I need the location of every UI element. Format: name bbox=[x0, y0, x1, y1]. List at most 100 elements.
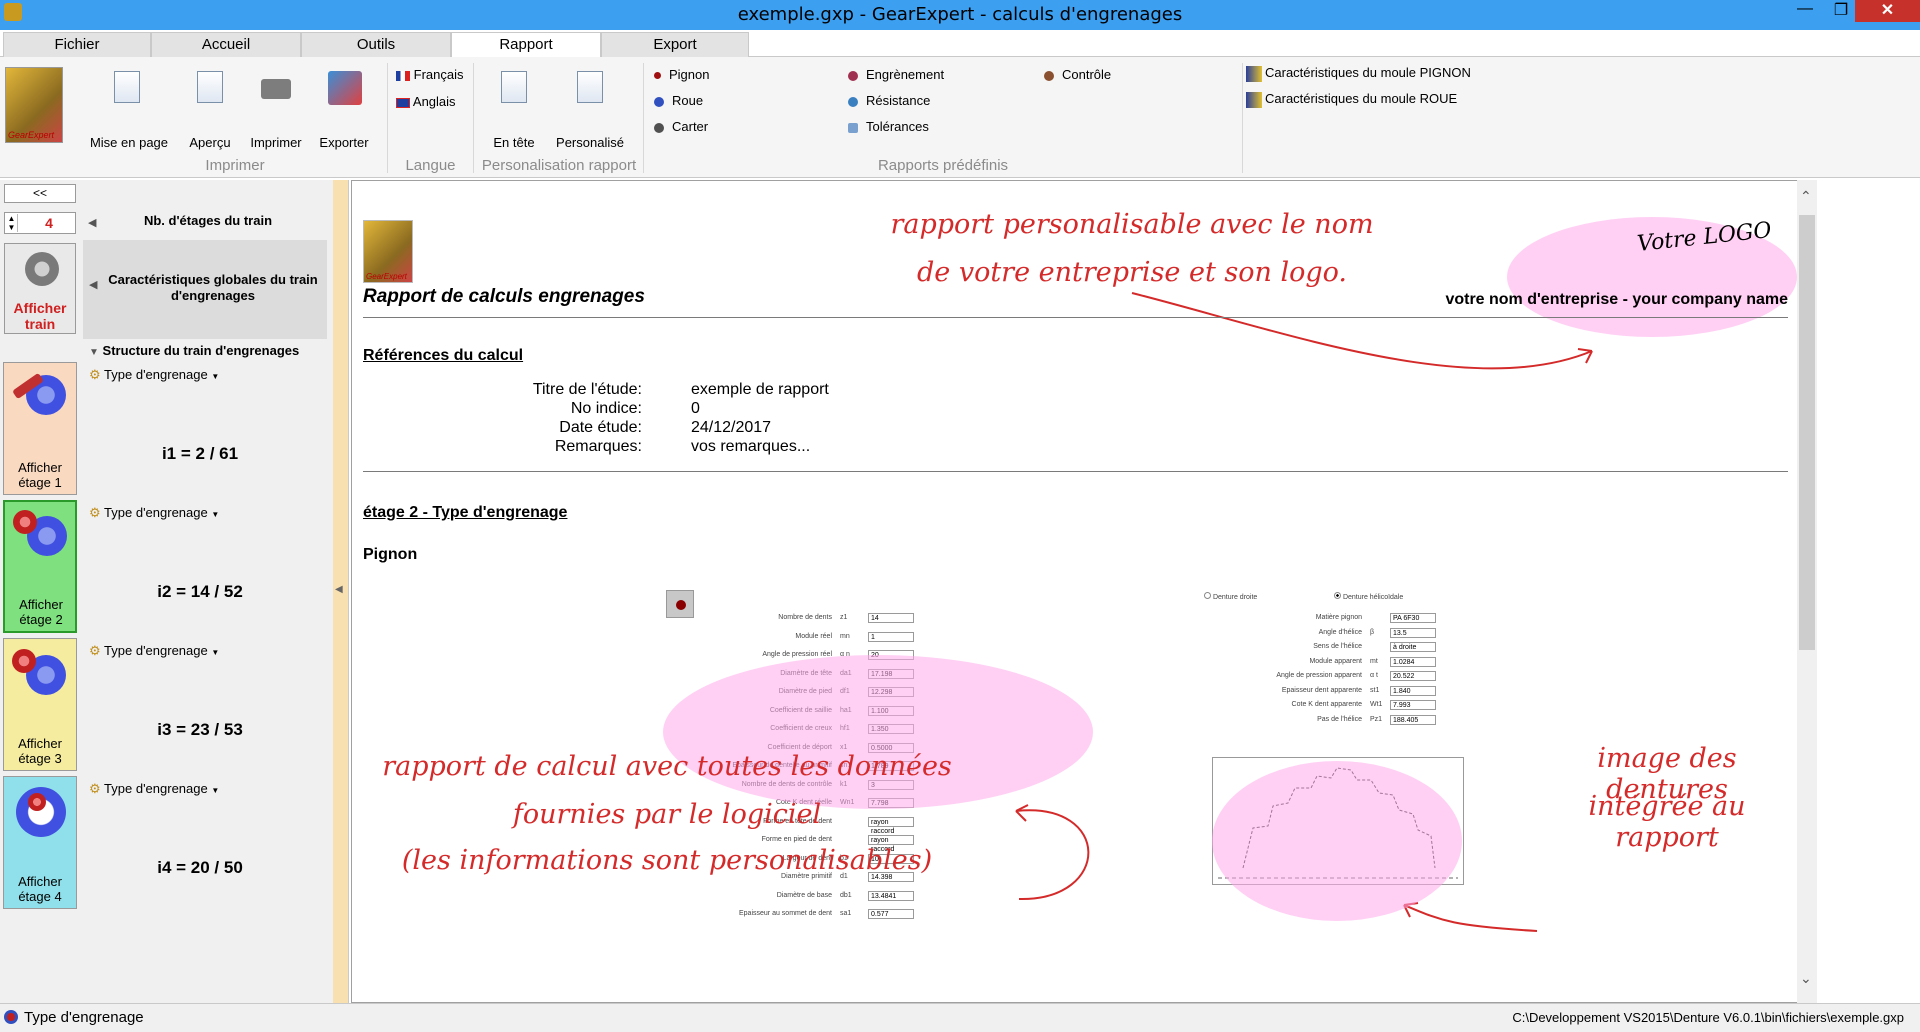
radio-denture-droite[interactable]: Denture droite bbox=[1204, 592, 1257, 601]
left-panel: << ▲ ▼ 4 ◀ Nb. d'étages du train Afficher… bbox=[0, 180, 333, 1003]
radio-selected-icon bbox=[1334, 592, 1341, 599]
gear-type-icon: ⚙ bbox=[89, 643, 101, 658]
report-resistance[interactable]: Résistance bbox=[848, 93, 930, 108]
report-engrenement[interactable]: Engrènement bbox=[848, 67, 944, 82]
apercu-button[interactable]: Aperçu bbox=[180, 67, 240, 152]
helical-form-field[interactable]: 1.840 bbox=[1390, 685, 1436, 696]
pinion-form-symbol: sa1 bbox=[840, 910, 852, 917]
stages-spinner[interactable]: ▲ ▼ 4 bbox=[4, 212, 76, 234]
tab-fichier[interactable]: Fichier bbox=[3, 32, 151, 57]
report-tolerances[interactable]: Tolérances bbox=[848, 119, 929, 134]
helical-form-row: Angle de pression apparent α t 20.522 bbox=[1252, 671, 1452, 686]
tab-outils[interactable]: Outils bbox=[301, 32, 451, 57]
stage-1-type-dropdown[interactable]: ⚙ Type d'engrenage ▼ bbox=[89, 367, 219, 383]
report-carter[interactable]: Carter bbox=[654, 119, 708, 134]
title-bar: exemple.gxp - GearExpert - calculs d'eng… bbox=[0, 0, 1920, 30]
divider bbox=[363, 317, 1788, 318]
helical-form-field[interactable]: 7.993 bbox=[1390, 700, 1436, 710]
imprimer-button[interactable]: Imprimer bbox=[244, 67, 308, 152]
ref-key: Titre de l'étude: bbox=[532, 381, 642, 398]
pinion-icon bbox=[13, 510, 37, 534]
pinion-form-field[interactable]: 1 bbox=[868, 631, 914, 642]
image-highlight bbox=[1212, 761, 1462, 921]
helical-form-row: Cote K dent apparente Wt1 7.993 bbox=[1252, 700, 1452, 715]
resistance-icon bbox=[848, 96, 858, 107]
personalise-button[interactable]: Personalisé bbox=[550, 67, 630, 152]
pinion-form-field[interactable]: 14 bbox=[868, 613, 914, 623]
stage-3-type-dropdown[interactable]: ⚙ Type d'engrenage ▼ bbox=[89, 643, 219, 659]
helical-form-row: Module apparent mt 1.0284 bbox=[1252, 656, 1452, 672]
radio-denture-helicoidale[interactable]: Denture hélicoïdale bbox=[1334, 592, 1403, 601]
window-title: exemple.gxp - GearExpert - calculs d'eng… bbox=[737, 4, 1183, 25]
ref-value: vos remarques... bbox=[691, 438, 811, 455]
mould-roue[interactable]: Caractéristiques du moule ROUE bbox=[1246, 91, 1457, 108]
lang-francais[interactable]: Français bbox=[396, 67, 463, 82]
helical-form-field[interactable]: 188.405 bbox=[1390, 714, 1436, 725]
report-view[interactable]: GearExpert Rapport de calculs engrenages… bbox=[351, 180, 1799, 1003]
helical-form-field[interactable]: à droite bbox=[1390, 642, 1436, 652]
refs-heading: Références du calcul bbox=[363, 347, 524, 364]
helical-form-field[interactable]: 20.522 bbox=[1390, 671, 1436, 681]
page-setup-icon bbox=[114, 71, 140, 103]
mould-pignon[interactable]: Caractéristiques du moule PIGNON bbox=[1246, 65, 1471, 82]
stage-1-card[interactable]: Afficher étage 1 bbox=[3, 362, 77, 495]
controle-icon bbox=[1044, 70, 1054, 81]
pinion-form-field[interactable]: 0.577 bbox=[868, 909, 914, 919]
stage-2-type-dropdown[interactable]: ⚙ Type d'engrenage ▼ bbox=[89, 505, 219, 521]
pinion-form-symbol: mn bbox=[840, 632, 850, 640]
group-langue-label: Langue bbox=[405, 157, 456, 174]
helical-form-label: Module apparent bbox=[1309, 657, 1362, 665]
report-controle[interactable]: Contrôle bbox=[1044, 67, 1111, 82]
tab-rapport[interactable]: Rapport bbox=[451, 32, 601, 58]
stage-2-card[interactable]: Afficher étage 2 bbox=[3, 500, 77, 633]
lang-anglais[interactable]: Anglais bbox=[396, 94, 456, 109]
roue-icon bbox=[654, 96, 664, 107]
pinion-form-field[interactable]: 13.4841 bbox=[868, 890, 914, 901]
helical-form-row: Angle d'hélice β 13.5 bbox=[1252, 627, 1452, 643]
collapse-button[interactable]: << bbox=[4, 184, 76, 203]
close-button[interactable]: ✕ bbox=[1855, 0, 1920, 22]
uk-flag-icon bbox=[396, 97, 410, 108]
pinion-form-row: Epaisseur au sommet de dent sa1 0.577 bbox=[682, 909, 982, 928]
scroll-down-icon[interactable]: ⌄ bbox=[1800, 970, 1812, 987]
pinion-form-field[interactable]: rayon raccord bbox=[868, 835, 914, 853]
group-imprimer-label: Imprimer bbox=[205, 157, 265, 174]
data-highlight bbox=[663, 655, 1093, 809]
expand-arrow-icon[interactable]: ◀ bbox=[88, 216, 96, 229]
helical-form-field[interactable]: PA 6F30 bbox=[1390, 613, 1436, 623]
group-perso-label: Personalisation rapport bbox=[481, 157, 637, 174]
scroll-up-icon[interactable]: ⌃ bbox=[1800, 188, 1812, 205]
panel-splitter[interactable]: ◀ bbox=[333, 180, 349, 1003]
stage-4-type-dropdown[interactable]: ⚙ Type d'engrenage ▼ bbox=[89, 781, 219, 797]
helical-form-symbol: Wt1 bbox=[1370, 701, 1383, 708]
custom-report-icon bbox=[577, 71, 603, 103]
structure-header[interactable]: ▼ Structure du train d'engrenages bbox=[89, 343, 299, 358]
report-roue[interactable]: Roue bbox=[654, 93, 703, 108]
mise-en-page-button[interactable]: Mise en page bbox=[85, 67, 173, 152]
helical-form-field[interactable]: 13.5 bbox=[1390, 627, 1436, 638]
helical-form-field[interactable]: 1.0284 bbox=[1390, 656, 1436, 667]
pinion-form-symbol: db1 bbox=[840, 891, 852, 899]
splitter-arrow-icon: ◀ bbox=[335, 584, 343, 595]
stage-1-ratio: i1 = 2 / 61 bbox=[161, 444, 239, 463]
helical-form-symbol: β bbox=[1370, 628, 1375, 636]
exporter-button[interactable]: Exporter bbox=[312, 67, 376, 152]
stages-label: Nb. d'étages du train bbox=[143, 213, 273, 228]
tab-accueil[interactable]: Accueil bbox=[151, 32, 301, 57]
mould-icon bbox=[1246, 65, 1262, 82]
helical-form-symbol: Pz1 bbox=[1370, 715, 1383, 723]
report-pignon[interactable]: Pignon bbox=[654, 67, 709, 82]
scroll-thumb[interactable] bbox=[1799, 215, 1815, 650]
stage-3-card[interactable]: Afficher étage 3 bbox=[3, 638, 77, 771]
tab-export[interactable]: Export bbox=[601, 32, 749, 57]
pinion-form-row: Nombre de dents z1 14 bbox=[682, 613, 982, 632]
spinner-arrows-icon[interactable]: ▲ ▼ bbox=[6, 214, 18, 232]
global-characteristics-panel[interactable]: ◀ Caractéristiques globales du train d'e… bbox=[83, 240, 327, 339]
train-gear-icon bbox=[25, 252, 59, 286]
en-tete-button[interactable]: En tête bbox=[482, 67, 546, 152]
helical-form-symbol: mt bbox=[1370, 657, 1378, 665]
stage-4-card[interactable]: Afficher étage 4 bbox=[3, 776, 77, 909]
helical-form-row: Sens de l'hélice à droite bbox=[1252, 642, 1452, 657]
separator bbox=[1242, 63, 1243, 173]
show-train-button[interactable]: Afficher train bbox=[4, 243, 76, 334]
